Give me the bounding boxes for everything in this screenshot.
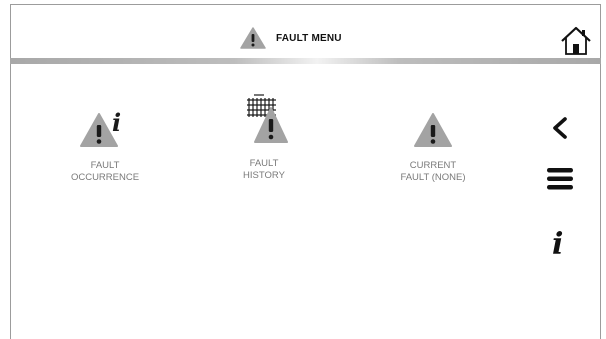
tile-label-line2: FAULT (NONE)	[400, 172, 466, 183]
tile-label-line2: OCCURRENCE	[70, 172, 140, 183]
info-button[interactable]: i	[540, 226, 580, 260]
chevron-left-icon	[553, 117, 567, 139]
warning-info-icon: i	[80, 108, 121, 147]
current-fault-label: CURRENT FAULT (NONE)	[400, 160, 465, 184]
current-fault-button[interactable]: CURRENT FAULT (NONE)	[363, 106, 503, 184]
tile-label-line2: HISTORY	[243, 170, 285, 181]
current-fault-icon-box	[403, 106, 463, 154]
info-icon: i	[552, 227, 563, 259]
warning-triangle-icon	[240, 27, 266, 49]
menu-button[interactable]	[540, 162, 580, 196]
tile-label-line1: CURRENT	[409, 160, 457, 171]
page-title: FAULT MENU	[276, 32, 342, 44]
tile-label-line1: FAULT	[90, 160, 120, 171]
warning-calendar-icon	[247, 94, 288, 143]
fault-occurrence-button[interactable]: i FAULT OCCURRENCE	[35, 106, 175, 184]
fault-occurrence-icon-box: i	[75, 106, 135, 154]
home-icon	[561, 26, 591, 55]
fault-occurrence-label: FAULT OCCURRENCE	[71, 160, 139, 184]
svg-text:i: i	[112, 108, 121, 137]
header-divider	[10, 58, 601, 64]
home-button[interactable]	[557, 24, 595, 58]
warning-triangle-icon	[414, 113, 452, 147]
fault-history-icon-box	[234, 92, 294, 154]
hamburger-menu-icon	[547, 168, 573, 190]
fault-history-button[interactable]: FAULT HISTORY	[194, 92, 334, 182]
fault-history-label: FAULT HISTORY	[243, 158, 285, 182]
header: FAULT MENU	[240, 27, 342, 49]
back-button[interactable]	[540, 111, 580, 145]
tile-label-line1: FAULT	[249, 158, 279, 169]
svg-text:i: i	[552, 227, 563, 259]
